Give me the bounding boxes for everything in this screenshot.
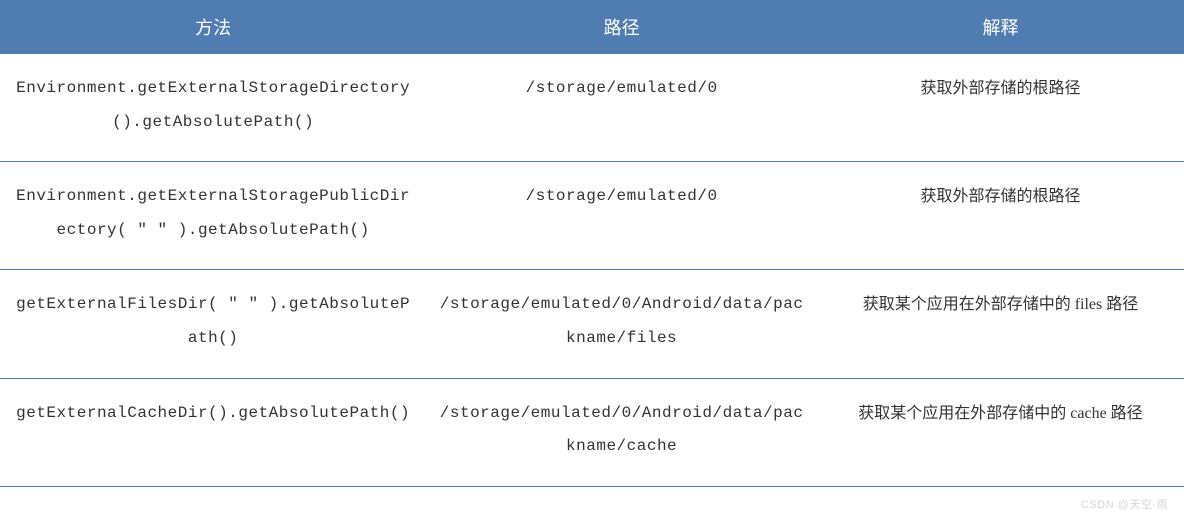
table-row: getExternalFilesDir( " " ).getAbsolutePa… — [0, 270, 1184, 378]
cell-desc: 获取某个应用在外部存储中的 files 路径 — [817, 270, 1184, 378]
table-body: Environment.getExternalStorageDirectory(… — [0, 54, 1184, 486]
cell-desc: 获取外部存储的根路径 — [817, 54, 1184, 162]
watermark: CSDN @天空·雨 — [1081, 496, 1168, 512]
col-path: 路径 — [426, 0, 817, 54]
cell-method: Environment.getExternalStoragePublicDire… — [0, 162, 426, 270]
header-row: 方法 路径 解释 — [0, 0, 1184, 54]
table-row: getExternalCacheDir().getAbsolutePath() … — [0, 378, 1184, 486]
table-row: Environment.getExternalStoragePublicDire… — [0, 162, 1184, 270]
table-row: Environment.getExternalStorageDirectory(… — [0, 54, 1184, 162]
cell-method: Environment.getExternalStorageDirectory(… — [0, 54, 426, 162]
cell-desc: 获取某个应用在外部存储中的 cache 路径 — [817, 378, 1184, 486]
table-header: 方法 路径 解释 — [0, 0, 1184, 54]
cell-path: /storage/emulated/0/Android/data/packnam… — [426, 270, 817, 378]
cell-path: /storage/emulated/0/Android/data/packnam… — [426, 378, 817, 486]
storage-paths-table: 方法 路径 解释 Environment.getExternalStorageD… — [0, 0, 1184, 487]
col-desc: 解释 — [817, 0, 1184, 54]
cell-desc: 获取外部存储的根路径 — [817, 162, 1184, 270]
col-method: 方法 — [0, 0, 426, 54]
cell-path: /storage/emulated/0 — [426, 54, 817, 162]
cell-method: getExternalCacheDir().getAbsolutePath() — [0, 378, 426, 486]
cell-method: getExternalFilesDir( " " ).getAbsolutePa… — [0, 270, 426, 378]
cell-path: /storage/emulated/0 — [426, 162, 817, 270]
table: 方法 路径 解释 Environment.getExternalStorageD… — [0, 0, 1184, 487]
